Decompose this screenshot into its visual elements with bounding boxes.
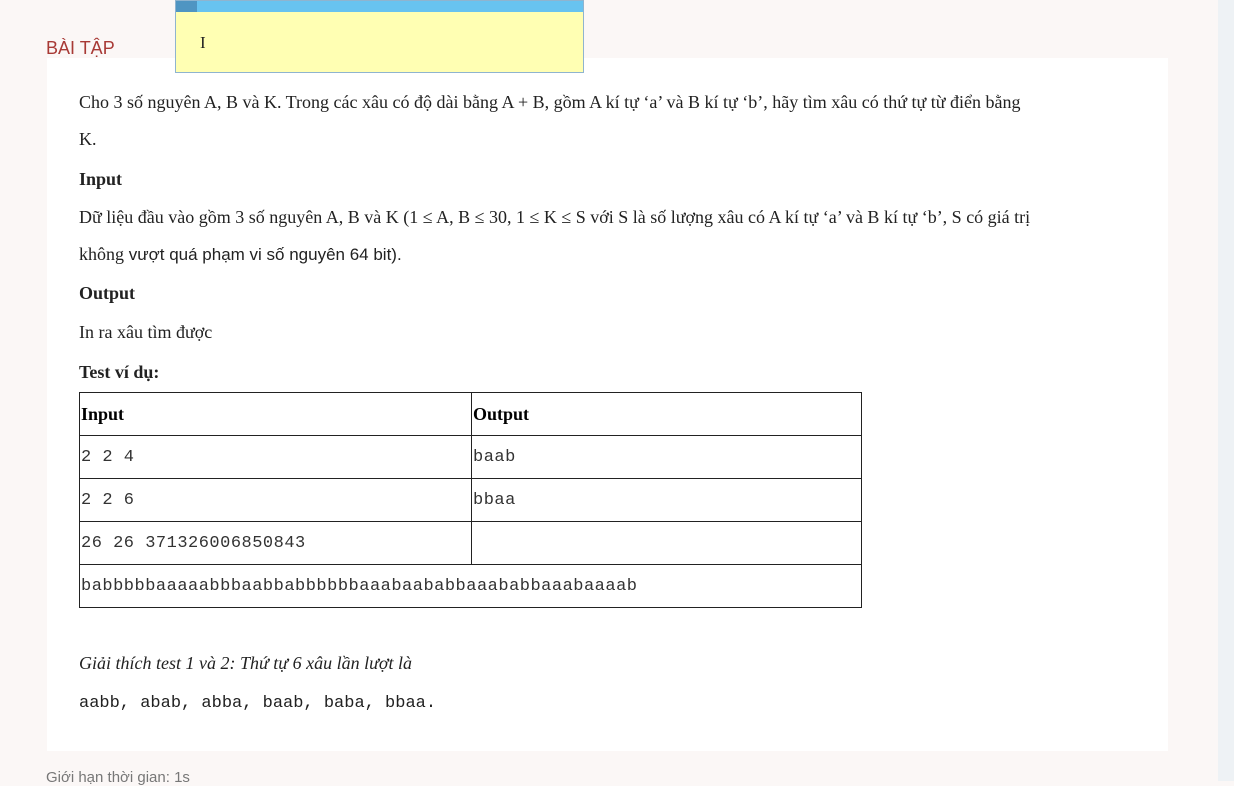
table-row: 2 2 6 bbaa	[79, 478, 862, 522]
floating-note-popup[interactable]: I	[175, 0, 584, 73]
table-row: 2 2 4 baab	[79, 435, 862, 479]
table-cell-input: 2 2 4	[79, 435, 472, 479]
problem-statement-line-1: Cho 3 số nguyên A, B và K. Trong các xâu…	[79, 92, 1021, 112]
table-row: babbbbbaaaaabbbaabbabbbbbbaaabaababbaaab…	[79, 564, 862, 608]
explanation-sequence: aabb, abab, abba, baab, baba, bbaa.	[79, 694, 437, 713]
input-description-serif: không	[79, 244, 124, 264]
popup-title-bar[interactable]	[176, 1, 583, 12]
page-right-edge	[1218, 0, 1234, 781]
input-description-line-2: không vượt quá phạm vi số nguyên 64 bit)…	[79, 244, 402, 265]
table-cell-output: baab	[471, 435, 862, 479]
table-cell-input: 2 2 6	[79, 478, 472, 522]
table-header-output: Output	[471, 392, 862, 436]
input-description-sans: vượt quá phạm vi số nguyên 64 bit).	[124, 245, 402, 264]
table-cell-input: 26 26 371326006850843	[79, 521, 472, 565]
problem-statement-line-2: K.	[79, 129, 97, 149]
input-heading: Input	[79, 169, 123, 189]
table-row: 26 26 371326006850843	[79, 521, 862, 565]
popup-drag-handle[interactable]	[176, 1, 197, 12]
time-limit-label: Giới hạn thời gian: 1s	[46, 769, 190, 786]
examples-heading: Test ví dụ:	[79, 362, 160, 382]
table-header-row: Input Output	[79, 392, 862, 436]
input-description-line-1: Dữ liệu đầu vào gồm 3 số nguyên A, B và …	[79, 207, 1031, 227]
table-header-input: Input	[79, 392, 472, 436]
table-cell-long-output: babbbbbaaaaabbbaabbabbbbbbaaabaababbaaab…	[79, 564, 862, 608]
table-cell-output	[471, 521, 862, 565]
explanation-text: Giải thích test 1 và 2: Thứ tự 6 xâu lần…	[79, 653, 413, 673]
output-heading: Output	[79, 283, 136, 303]
output-description: In ra xâu tìm được	[79, 322, 213, 342]
table-cell-output: bbaa	[471, 478, 862, 522]
examples-table: Input Output 2 2 4 baab 2 2 6 bbaa 26 26…	[79, 392, 862, 608]
popup-text: I	[200, 33, 206, 52]
section-title: BÀI TẬP	[46, 38, 115, 58]
